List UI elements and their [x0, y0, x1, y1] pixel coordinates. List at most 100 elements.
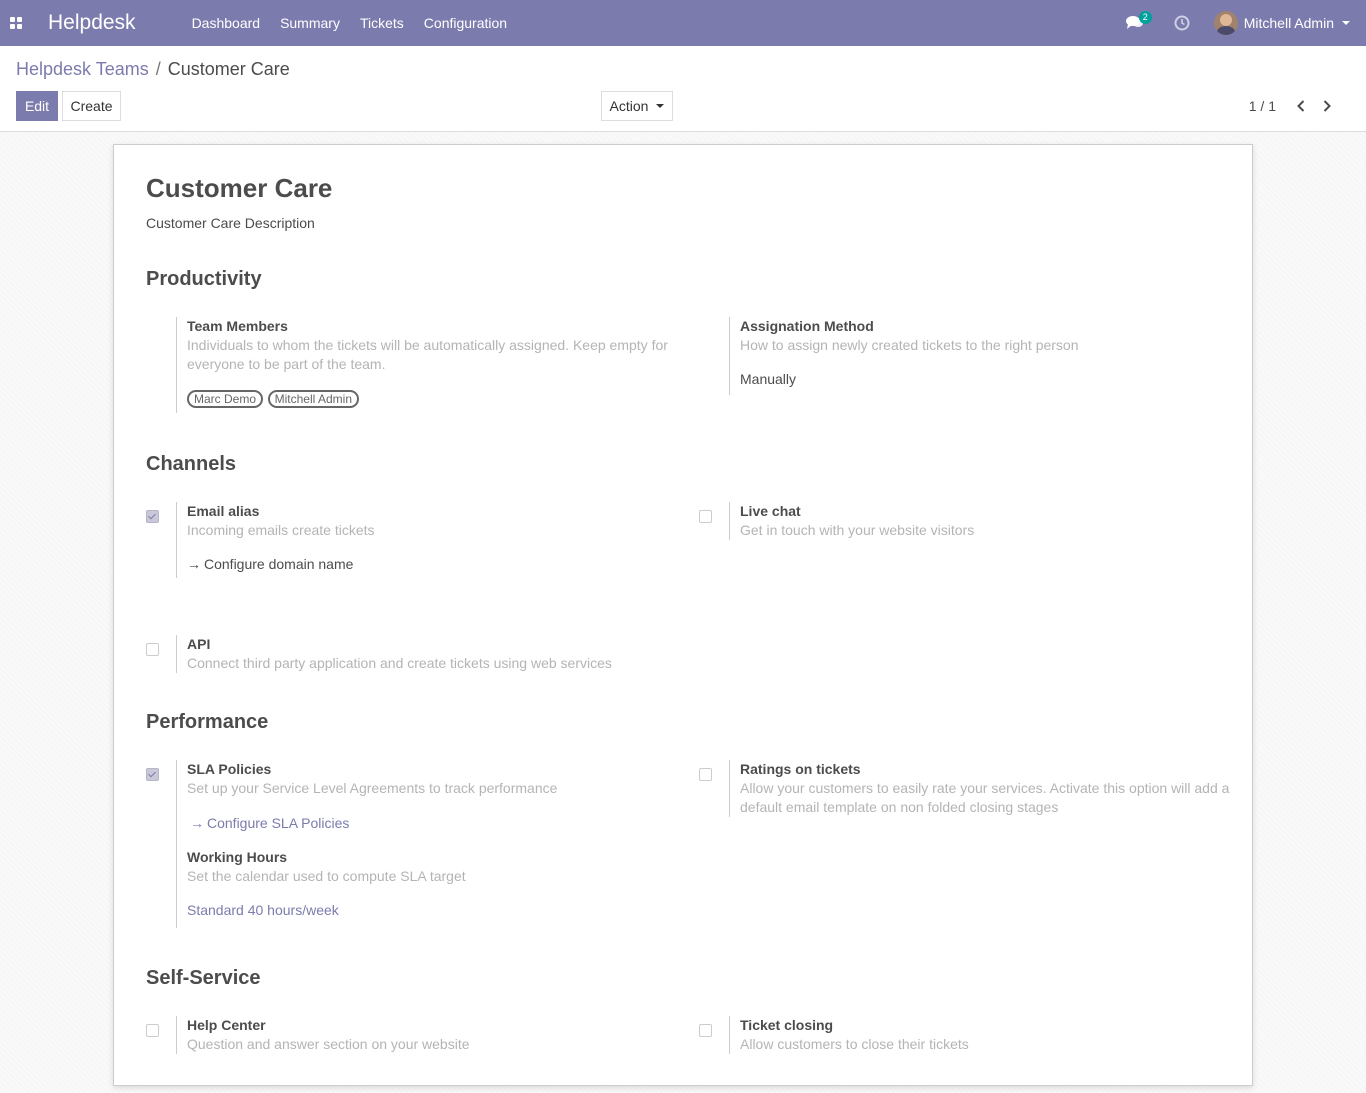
team-members-help-line2: everyone to be part of the team.	[187, 356, 386, 372]
breadcrumb: Helpdesk Teams / Customer Care	[16, 59, 290, 80]
menu-tickets[interactable]: Tickets	[350, 0, 414, 46]
api-checkbox[interactable]	[146, 643, 159, 656]
caret-down-icon	[656, 104, 665, 108]
user-menu[interactable]: Mitchell Admin	[1213, 11, 1350, 35]
email-alias-help: Incoming emails create tickets	[187, 522, 375, 538]
ticket-closing-help: Allow customers to close their tickets	[740, 1036, 969, 1052]
setting-divider	[729, 1016, 730, 1054]
assignation-label: Assignation Method	[740, 318, 874, 334]
ticket-closing-checkbox[interactable]	[699, 1024, 712, 1037]
pager: 1 / 1	[1249, 91, 1340, 121]
help-center-checkbox[interactable]	[146, 1024, 159, 1037]
team-members-help-line1: Individuals to whom the tickets will be …	[187, 337, 668, 353]
setting-content: Live chat Get in touch with your website…	[740, 502, 974, 540]
team-description: Customer Care Description	[146, 215, 315, 231]
setting-content: API Connect third party application and …	[187, 635, 612, 673]
sla-label: SLA Policies	[187, 761, 272, 777]
live-chat-help: Get in touch with your website visitors	[740, 522, 975, 538]
team-title: Customer Care	[146, 173, 333, 203]
team-members-label: Team Members	[187, 318, 288, 334]
setting-content: Help Center Question and answer section …	[187, 1016, 470, 1054]
pager-next-icon[interactable]	[1314, 91, 1340, 121]
working-hours-value[interactable]: Standard 40 hours/week	[187, 902, 557, 918]
setting-content: SLA Policies Set up your Service Level A…	[187, 760, 557, 918]
form-sheet: Customer Care Customer Care Description …	[113, 144, 1253, 1086]
setting-divider	[176, 317, 177, 413]
navbar-right: 2 Mitchell Admin	[1125, 0, 1366, 46]
section-self-service: Self-Service	[146, 967, 261, 989]
pager-previous-icon[interactable]	[1288, 91, 1314, 121]
ratings-label: Ratings on tickets	[740, 761, 861, 777]
menu-dashboard[interactable]: Dashboard	[182, 0, 271, 46]
breadcrumb-current: Customer Care	[167, 59, 290, 79]
setting-ticket-closing: Ticket closing Allow customers to close …	[699, 1016, 1219, 1054]
ticket-closing-label: Ticket closing	[740, 1017, 834, 1033]
apps-menu-icon[interactable]	[0, 0, 32, 46]
help-center-help: Question and answer section on your webs…	[187, 1036, 470, 1052]
action-label: Action	[609, 98, 649, 114]
tag-mitchell-admin[interactable]: Mitchell Admin	[267, 390, 360, 408]
setting-divider	[729, 502, 730, 540]
setting-help-center: Help Center Question and answer section …	[146, 1016, 686, 1054]
user-avatar	[1213, 11, 1238, 35]
main-menu: Dashboard Summary Tickets Configuration	[182, 0, 518, 46]
setting-divider	[176, 1016, 177, 1054]
form-background: Customer Care Customer Care Description …	[0, 132, 1366, 1093]
breadcrumb-helpdesk-teams[interactable]: Helpdesk Teams	[16, 59, 149, 80]
api-label: API	[187, 636, 211, 652]
configure-domain-label: Configure domain name	[204, 556, 354, 572]
pager-value[interactable]: 1 / 1	[1249, 98, 1276, 114]
configure-domain-link[interactable]: → Configure domain name	[187, 556, 375, 572]
setting-divider	[176, 635, 177, 673]
help-center-label: Help Center	[187, 1017, 266, 1033]
setting-ratings: Ratings on tickets Allow your customers …	[699, 760, 1239, 817]
edit-button[interactable]: Edit	[16, 91, 58, 121]
top-navbar: Helpdesk Dashboard Summary Tickets Confi…	[0, 0, 1366, 46]
team-members-tags: Marc Demo Mitchell Admin	[187, 390, 668, 408]
working-hours-help: Set the calendar used to compute SLA tar…	[187, 868, 466, 884]
assignation-value[interactable]: Manually	[740, 371, 1079, 387]
email-alias-label: Email alias	[187, 503, 260, 519]
setting-divider	[176, 760, 177, 928]
section-performance: Performance	[146, 711, 269, 733]
setting-live-chat: Live chat Get in touch with your website…	[699, 502, 1219, 540]
working-hours-label: Working Hours	[187, 849, 288, 865]
setting-team-members: Team Members Individuals to whom the tic…	[146, 317, 686, 413]
control-panel: Helpdesk Teams / Customer Care Edit Crea…	[0, 46, 1366, 132]
setting-content: Ticket closing Allow customers to close …	[740, 1016, 969, 1054]
action-dropdown-button[interactable]: Action	[601, 91, 673, 121]
setting-email-alias: Email alias Incoming emails create ticke…	[146, 502, 686, 578]
sla-help: Set up your Service Level Agreements to …	[187, 780, 558, 796]
activity-clock-icon[interactable]	[1174, 15, 1190, 31]
user-name: Mitchell Admin	[1243, 15, 1334, 31]
setting-content: Email alias Incoming emails create ticke…	[187, 502, 375, 572]
assignation-help: How to assign newly created tickets to t…	[740, 337, 1079, 353]
app-brand[interactable]: Helpdesk	[48, 11, 136, 35]
chevron-down-icon	[1342, 21, 1350, 25]
setting-assignation-method: Assignation Method How to assign newly c…	[699, 317, 1219, 395]
live-chat-checkbox[interactable]	[699, 510, 712, 523]
section-productivity: Productivity	[146, 268, 262, 290]
setting-divider	[176, 502, 177, 578]
email-alias-checkbox[interactable]	[146, 510, 159, 523]
ratings-checkbox[interactable]	[699, 768, 712, 781]
setting-divider	[729, 760, 730, 817]
tag-marc-demo[interactable]: Marc Demo	[187, 390, 264, 408]
menu-summary[interactable]: Summary	[270, 0, 350, 46]
chat-badge: 2	[1138, 11, 1152, 24]
setting-api: API Connect third party application and …	[146, 635, 686, 673]
setting-content: Assignation Method How to assign newly c…	[740, 317, 1079, 387]
configure-sla-label: Configure SLA Policies	[207, 815, 350, 831]
chat-icon[interactable]: 2	[1125, 11, 1152, 33]
create-button[interactable]: Create	[62, 91, 121, 121]
live-chat-label: Live chat	[740, 503, 801, 519]
sla-checkbox[interactable]	[146, 768, 159, 781]
menu-configuration[interactable]: Configuration	[414, 0, 517, 46]
ratings-help-line2: default email template on non folded clo…	[740, 799, 1059, 815]
breadcrumb-separator: /	[155, 59, 161, 79]
api-help: Connect third party application and crea…	[187, 655, 612, 671]
configure-sla-link[interactable]: → Configure SLA Policies	[190, 815, 557, 831]
arrow-right-icon: →	[190, 815, 204, 831]
setting-content: Ratings on tickets Allow your customers …	[740, 760, 1229, 817]
setting-content: Team Members Individuals to whom the tic…	[187, 317, 668, 408]
